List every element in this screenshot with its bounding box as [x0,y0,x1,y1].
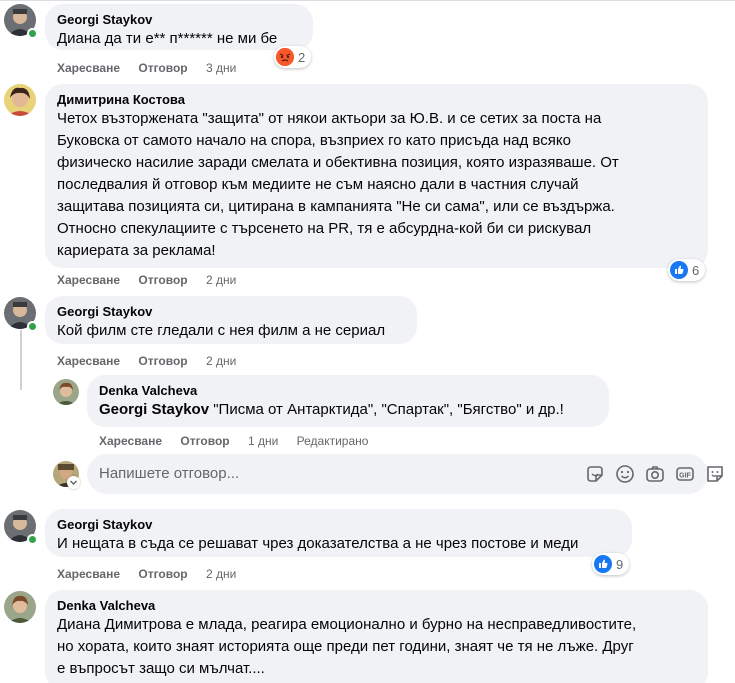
comment-text-line: кариерата за реклама! [57,242,216,259]
comment-actions: Харесване Отговор 2 дни [57,354,251,368]
emoji-icon[interactable] [614,463,636,485]
comment-actions: Харесване Отговор 3 дни [57,61,251,75]
reply-button[interactable]: Отговор [138,354,187,368]
reply-input-placeholder: Напишете отговор... [99,465,240,482]
reaction-badge[interactable]: 9 [592,553,630,575]
reply-button[interactable]: Отговор [180,434,229,448]
camera-icon[interactable] [644,463,666,485]
comment-timestamp[interactable]: 3 дни [206,61,236,75]
comment-author[interactable]: Димитрина Костова [57,92,696,108]
comment-text-body: "Писма от Антарктида", "Спартак", "Бягст… [209,401,564,418]
reaction-count: 6 [692,262,700,278]
comment-actions: Харесване Отговор 2 дни [57,567,251,581]
like-button[interactable]: Харесване [57,354,120,368]
comment-text: Кой филм сте гледали с нея филм а не сер… [57,322,386,339]
avatar[interactable] [53,379,79,405]
comment-bubble: Georgi Staykov Диана да ти е** п****** н… [45,4,313,50]
comment-text-line: Четох възторжената "защита" от някои акт… [57,110,602,127]
online-status-icon [27,534,38,545]
comment-author[interactable]: Denka Valcheva [57,598,696,614]
avatar[interactable] [4,591,36,623]
reply-button[interactable]: Отговор [138,61,187,75]
angry-reaction-icon [276,48,294,66]
reply-button[interactable]: Отговор [138,273,187,287]
comment-bubble: Димитрина Костова Четох възторжената "за… [45,84,708,268]
reaction-count: 2 [298,49,306,65]
comment-author[interactable]: Denka Valcheva [99,383,597,399]
svg-text:GIF: GIF [679,472,691,479]
comment-timestamp[interactable]: 2 дни [206,567,236,581]
reaction-count: 9 [616,556,624,572]
comment-actions: Харесване Отговор 2 дни [57,273,251,287]
reaction-badge[interactable]: 6 [668,259,706,281]
like-button[interactable]: Харесване [57,61,120,75]
comment-actions: Харесване Отговор 1 дни Редактирано [99,434,368,448]
comment-text-line: последвалия й отговор към медиите не съм… [57,176,579,193]
mention-link[interactable]: Georgi Staykov [99,401,209,418]
comment-author[interactable]: Georgi Staykov [57,304,405,320]
avatar[interactable] [4,84,36,116]
like-button[interactable]: Харесване [99,434,162,448]
comment-bubble: Georgi Staykov Кой филм сте гледали с не… [45,296,417,344]
comment-bubble: Denka Valcheva Диана Димитрова е млада, … [45,590,708,683]
comment-text: Диана да ти е** п****** не ми бе [57,30,278,47]
edited-label: Редактирано [296,434,369,448]
reaction-badge[interactable]: 2 [274,46,312,68]
sticker-face-icon[interactable] [704,463,726,485]
comment-bubble: Denka Valcheva Georgi Staykov "Писма от … [87,375,609,427]
sticker-icon[interactable] [584,463,606,485]
thread-line [20,330,22,390]
comment-text-line: но хората, които знаят историята още пре… [57,638,634,655]
comment-text-line: Диана Димитрова е млада, реагира емоцион… [57,616,637,633]
comment-timestamp[interactable]: 2 дни [206,354,236,368]
comment-author[interactable]: Georgi Staykov [57,12,301,28]
reply-button[interactable]: Отговор [138,567,187,581]
gif-icon[interactable]: GIF [674,463,696,485]
comment-text-line: Буковска от самото начало на спора, възп… [57,132,571,149]
comment-text: И нещата в съда се решават чрез доказате… [57,535,579,552]
online-status-icon [27,321,38,332]
comment-timestamp[interactable]: 1 дни [248,434,278,448]
reply-input[interactable]: Напишете отговор... GIF [87,454,723,494]
like-reaction-icon [594,555,612,573]
comment-timestamp[interactable]: 2 дни [206,273,236,287]
like-reaction-icon [670,261,688,279]
like-button[interactable]: Харесване [57,567,120,581]
top-divider [0,0,735,1]
comment-text-line: физическо насилие заради смелата и обект… [57,154,619,171]
comment-text-line: е въпросът защо си мълчат.... [57,660,265,677]
comment-author[interactable]: Georgi Staykov [57,517,620,533]
like-button[interactable]: Харесване [57,273,120,287]
comment-text: Georgi Staykov "Писма от Антарктида", "С… [99,399,597,421]
comment-text-line: Относно спекулациите с търсенето на PR, … [57,220,592,237]
chevron-down-icon[interactable] [67,476,80,489]
comment-text-line: защитава позицията си, цитирана в кампан… [57,198,615,215]
comment-bubble: Georgi Staykov И нещата в съда се решава… [45,509,632,557]
online-status-icon [27,28,38,39]
